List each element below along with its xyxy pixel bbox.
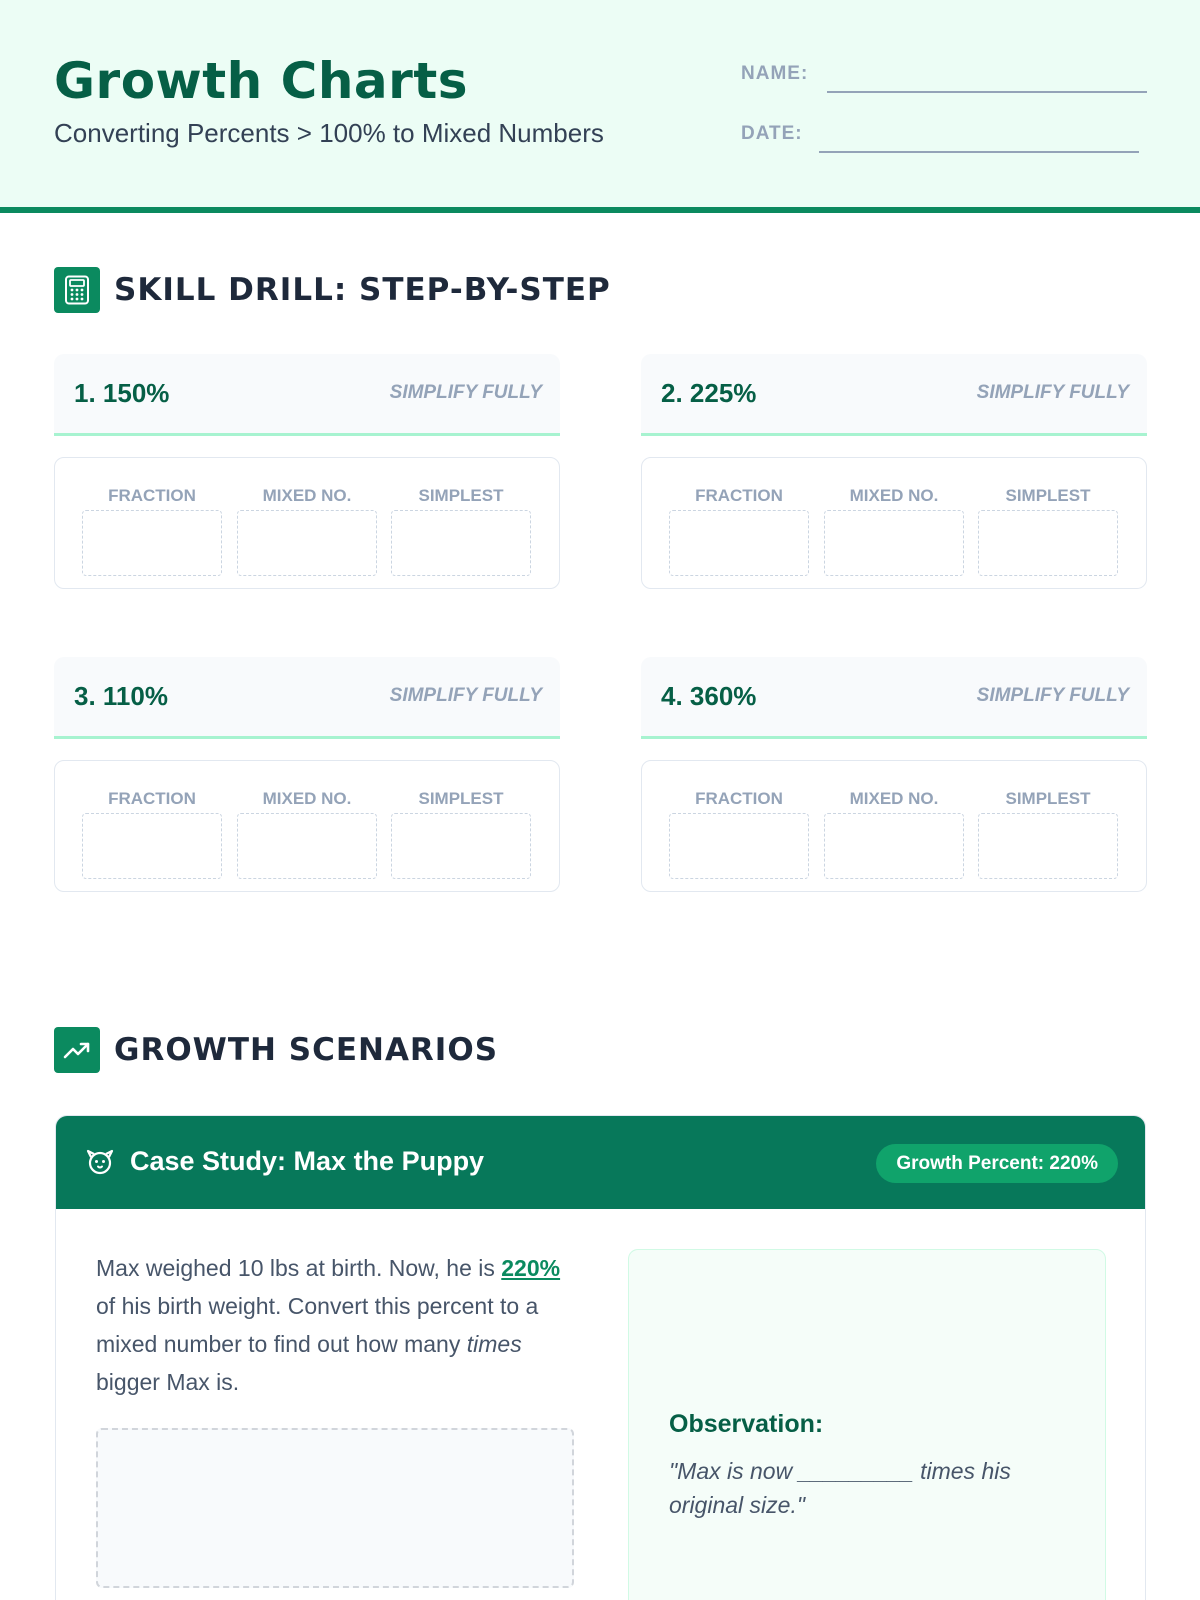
skill-drill-title: SKILL DRILL: STEP-BY-STEP [114,272,611,308]
problem-1-answers: FRACTION MIXED NO. SIMPLEST [54,457,560,589]
problem-4-header: 4. 360% SIMPLIFY FULLY [641,657,1147,739]
simplest-answer-box[interactable] [978,510,1118,576]
simplest-label: SIMPLEST [1005,486,1091,505]
mixed-number-label: MIXED NO. [849,486,939,505]
simplest-label: SIMPLEST [1005,789,1091,808]
case-study-text: Max weighed 10 lbs at birth. Now, he is … [96,1249,576,1401]
fraction-answer-box[interactable] [669,510,809,576]
case-study-card: Case Study: Max the Puppy Growth Percent… [55,1115,1146,1600]
fraction-label: FRACTION [108,486,196,505]
name-label: NAME: [741,63,809,84]
problem-label: 3. 110% [74,681,168,711]
problem-1-header: 1. 150% SIMPLIFY FULLY [54,354,560,436]
growth-scenarios-title: GROWTH SCENARIOS [114,1032,499,1068]
fraction-label: FRACTION [695,789,783,808]
trending-up-icon [54,1027,100,1073]
mixed-number-label: MIXED NO. [262,486,352,505]
observation-panel: Observation: "Max is now _________ times… [628,1249,1106,1600]
problem-label: 4. 360% [661,681,757,711]
simplest-answer-box[interactable] [391,813,531,879]
work-space-box[interactable] [96,1428,574,1588]
problem-4-answers: FRACTION MIXED NO. SIMPLEST [641,760,1147,892]
case-text-part: Max weighed 10 lbs at birth. Now, he is [96,1255,502,1281]
observation-quote: "Max is now _________ times his original… [669,1458,1011,1518]
growth-scenarios-heading: GROWTH SCENARIOS [54,1026,498,1074]
worksheet-header: Growth Charts Converting Percents > 100%… [0,0,1200,213]
skill-drill-heading: SKILL DRILL: STEP-BY-STEP [54,266,611,314]
case-text-part: bigger Max is. [96,1369,240,1395]
page-subtitle: Converting Percents > 100% to Mixed Numb… [54,118,604,148]
problem-2-answers: FRACTION MIXED NO. SIMPLEST [641,457,1147,589]
name-field-line[interactable] [827,91,1147,93]
problem-hint: SIMPLIFY FULLY [389,685,542,706]
problem-label: 2. 225% [661,378,757,408]
dog-icon [86,1149,114,1175]
growth-percent-badge: Growth Percent: 220% [876,1144,1118,1183]
simplest-label: SIMPLEST [418,486,504,505]
problem-hint: SIMPLIFY FULLY [389,382,542,403]
date-field-line[interactable] [819,151,1139,153]
page-title: Growth Charts [54,52,468,110]
fraction-label: FRACTION [108,789,196,808]
mixed-number-answer-box[interactable] [237,510,377,576]
mixed-number-label: MIXED NO. [262,789,352,808]
mixed-number-answer-box[interactable] [237,813,377,879]
problem-hint: SIMPLIFY FULLY [976,382,1129,403]
problem-3-answers: FRACTION MIXED NO. SIMPLEST [54,760,560,892]
problem-2-header: 2. 225% SIMPLIFY FULLY [641,354,1147,436]
fraction-label: FRACTION [695,486,783,505]
calculator-icon [54,267,100,313]
mixed-number-label: MIXED NO. [849,789,939,808]
problem-hint: SIMPLIFY FULLY [976,685,1129,706]
fraction-answer-box[interactable] [669,813,809,879]
observation-title: Observation: [669,1410,824,1438]
problem-3-header: 3. 110% SIMPLIFY FULLY [54,657,560,739]
simplest-answer-box[interactable] [391,510,531,576]
simplest-answer-box[interactable] [978,813,1118,879]
fraction-answer-box[interactable] [82,510,222,576]
problem-label: 1. 150% [74,378,170,408]
case-study-header: Case Study: Max the Puppy Growth Percent… [56,1116,1145,1209]
mixed-number-answer-box[interactable] [824,813,964,879]
date-label: DATE: [741,123,803,144]
emphasis-word: times [466,1331,522,1357]
mixed-number-answer-box[interactable] [824,510,964,576]
case-study-title: Case Study: Max the Puppy [130,1146,485,1176]
highlighted-percent: 220% [501,1255,561,1281]
simplest-label: SIMPLEST [418,789,504,808]
fraction-answer-box[interactable] [82,813,222,879]
